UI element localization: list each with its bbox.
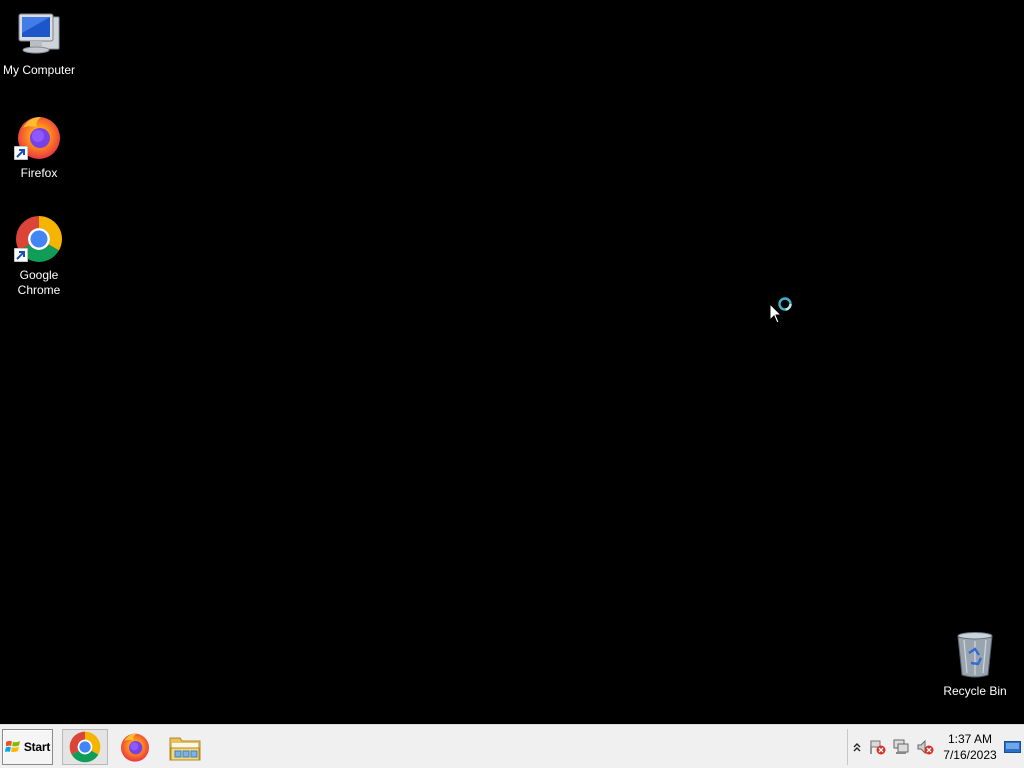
desktop-icon-recycle-bin[interactable]: Recycle Bin — [936, 630, 1014, 699]
volume-muted-icon[interactable] — [916, 739, 934, 755]
start-button[interactable]: Start — [2, 729, 53, 765]
taskbar-explorer-button[interactable] — [162, 729, 208, 765]
folder-icon — [169, 737, 201, 761]
busy-pointer-icon — [769, 297, 792, 324]
desktop-icon-label: Recycle Bin — [943, 684, 1007, 698]
show-desktop-icon[interactable] — [1004, 741, 1021, 753]
taskbar-firefox-button[interactable] — [112, 729, 158, 765]
firefox-icon — [14, 112, 64, 162]
desktop-icon-label: My Computer — [2, 63, 76, 77]
taskbar: Start 1:37 AM 7/16/2023 — [0, 724, 1024, 768]
desktop[interactable]: My Computer Firefox Google Chrome Recycl… — [0, 0, 1024, 724]
action-center-flag-icon[interactable] — [868, 739, 886, 755]
clock-date: 7/16/2023 — [943, 748, 997, 762]
system-tray: 1:37 AM 7/16/2023 — [847, 729, 1022, 765]
desktop-icon-google-chrome[interactable]: Google Chrome — [0, 214, 78, 298]
computer-monitor-icon — [14, 9, 64, 59]
windows-logo-icon — [4, 740, 20, 752]
clock-time: 1:37 AM — [947, 732, 993, 746]
shortcut-arrow-icon — [14, 248, 28, 262]
chrome-icon — [69, 731, 101, 763]
desktop-icon-my-computer[interactable]: My Computer — [0, 9, 78, 78]
desktop-icon-label: Firefox — [20, 166, 58, 180]
desktop-icon-firefox[interactable]: Firefox — [0, 112, 78, 181]
firefox-icon — [121, 733, 149, 762]
show-hidden-icons-chevron-icon[interactable] — [851, 739, 863, 753]
shortcut-arrow-icon — [14, 146, 28, 160]
network-disconnected-icon[interactable] — [892, 739, 910, 755]
taskbar-chrome-button[interactable] — [62, 729, 108, 765]
recycle-bin-icon — [950, 630, 1000, 680]
clock[interactable]: 1:37 AM 7/16/2023 — [938, 731, 1002, 763]
start-label: Start — [23, 740, 51, 754]
desktop-icon-label: Google Chrome — [17, 268, 61, 297]
chrome-icon — [14, 214, 64, 264]
